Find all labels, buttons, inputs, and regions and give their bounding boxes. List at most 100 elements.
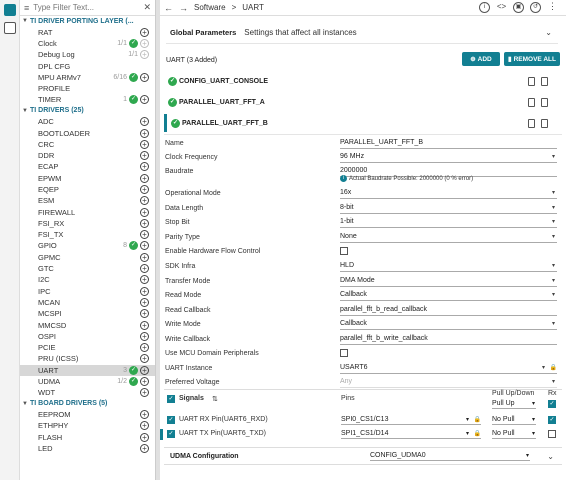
more-icon[interactable]: ⋮ — [547, 2, 558, 13]
tree-item-esm[interactable]: ESM + — [20, 195, 155, 206]
tree-item-bootloader[interactable]: BOOTLOADER + — [20, 127, 155, 138]
global-parameters-section[interactable]: Global Parameters Settings that affect a… — [166, 22, 558, 44]
add-circle-icon[interactable]: + — [140, 297, 149, 307]
tree-item-fsi-tx[interactable]: FSI_TX + — [20, 229, 155, 240]
pull-select[interactable]: No Pull ▾ — [492, 429, 536, 439]
add-circle-icon[interactable]: + — [140, 185, 149, 194]
pin-select[interactable]: SPI1_CS1/D14 🔒 ▾ — [341, 429, 481, 439]
tree-item-gpmc[interactable]: GPMC + — [20, 252, 155, 263]
tree-item-wdt[interactable]: WDT + — [20, 387, 155, 398]
delete-icon[interactable] — [541, 118, 548, 128]
caret-down-icon[interactable]: ▼ — [22, 18, 30, 24]
add-circle-icon[interactable]: + — [140, 432, 149, 442]
tree-item-mcspi[interactable]: MCSPI + — [20, 308, 155, 319]
tree-group-porting[interactable]: ▼ TI DRIVER PORTING LAYER (... — [20, 16, 155, 27]
instance-item[interactable]: ✓ CONFIG_UART_CONSOLE — [164, 72, 562, 90]
rx-checkbox[interactable]: ✓ — [548, 416, 556, 424]
caret-down-icon[interactable]: ▼ — [22, 108, 30, 114]
tree-item-ospi[interactable]: OSPI + — [20, 331, 155, 342]
property-select[interactable]: 96 MHz ▾ — [340, 152, 557, 163]
add-circle-icon[interactable]: + — [140, 27, 149, 37]
property-input[interactable]: parallel_fft_b_read_callback — [340, 305, 557, 316]
pull-all-select[interactable]: Pull Up ▾ — [492, 399, 536, 409]
tree-item-eeprom[interactable]: EEPROM + — [20, 409, 155, 420]
tree-item-i2c[interactable]: I2C + — [20, 274, 155, 285]
signals-all-checkbox[interactable]: ✓ — [167, 395, 175, 403]
add-circle-icon[interactable]: + — [140, 286, 149, 296]
tree-item-epwm[interactable]: EPWM + — [20, 173, 155, 184]
udma-select[interactable]: CONFIG_UDMA0 ▾ — [370, 451, 530, 461]
add-circle-icon[interactable]: + — [140, 95, 149, 105]
tree-item-crc[interactable]: CRC + — [20, 139, 155, 150]
pull-select[interactable]: No Pull ▾ — [492, 415, 536, 425]
add-circle-icon[interactable]: + — [140, 320, 149, 330]
property-checkbox[interactable] — [340, 349, 348, 358]
sort-icon[interactable]: ⇅ — [212, 395, 218, 403]
tree-item-mcan[interactable]: MCAN + — [20, 297, 155, 308]
tree-item-flash[interactable]: FLASH + — [20, 432, 155, 443]
add-circle-icon[interactable]: + — [140, 151, 149, 161]
add-circle-icon[interactable]: + — [140, 252, 149, 262]
tree-item-gtc[interactable]: GTC + — [20, 263, 155, 274]
property-select[interactable]: Callback ▾ — [340, 290, 557, 301]
tree-item-ecap[interactable]: ECAP + — [20, 161, 155, 172]
add-circle-icon[interactable]: + — [140, 117, 149, 127]
add-circle-icon[interactable]: + — [140, 162, 149, 172]
tree-item-ipc[interactable]: IPC + — [20, 286, 155, 297]
tree-item-timer[interactable]: TIMER 1 ✓ + — [20, 94, 155, 105]
filter-input[interactable] — [33, 3, 130, 12]
copy-icon[interactable] — [528, 97, 535, 107]
remove-all-button[interactable]: ▮ REMOVE ALL — [504, 52, 560, 66]
copy-icon[interactable] — [528, 76, 535, 86]
chevron-down-icon[interactable]: ⌄ — [547, 452, 554, 461]
add-circle-icon[interactable]: + — [140, 331, 149, 341]
tree-item-uart[interactable]: UART 3 ✓ + — [20, 364, 155, 376]
signal-checkbox[interactable]: ✓ — [167, 416, 175, 424]
chevron-down-icon[interactable]: ⌄ — [545, 28, 552, 37]
tree-group-board[interactable]: ▼ TI BOARD DRIVERS (5) — [20, 399, 155, 410]
add-circle-icon[interactable]: + — [140, 50, 149, 60]
add-circle-icon[interactable]: + — [140, 377, 149, 387]
delete-icon[interactable] — [541, 76, 548, 86]
breadcrumb-software[interactable]: Software — [194, 3, 226, 12]
tree-group-drivers[interactable]: ▼ TI DRIVERS (25) — [20, 106, 155, 117]
add-circle-icon[interactable]: + — [140, 410, 149, 420]
tree-item-debug-log[interactable]: Debug Log 1/1 + — [20, 49, 155, 60]
tree-item-led[interactable]: LED + — [20, 443, 155, 454]
add-circle-icon[interactable]: + — [140, 72, 149, 82]
property-select[interactable]: 8-bit ▾ — [340, 203, 557, 214]
tree-item-mpu-armv7[interactable]: MPU ARMv7 6/16 ✓ + — [20, 72, 155, 83]
tree-item-fsi-rx[interactable]: FSI_RX + — [20, 218, 155, 229]
add-circle-icon[interactable]: + — [140, 230, 149, 240]
history-icon[interactable]: ↺ — [530, 2, 541, 13]
forward-icon[interactable]: → — [179, 3, 188, 13]
rx-all-checkbox[interactable]: ✓ — [548, 400, 556, 408]
property-select[interactable]: HLD ▾ — [340, 261, 557, 272]
tree-item-gpio[interactable]: GPIO 8 ✓ + — [20, 240, 155, 251]
tree-item-profile[interactable]: PROFILE — [20, 83, 155, 94]
add-circle-icon[interactable]: + — [140, 139, 149, 149]
tree-item-udma[interactable]: UDMA 1/2 ✓ + — [20, 376, 155, 387]
signal-checkbox[interactable]: ✓ — [167, 430, 175, 438]
add-circle-icon[interactable]: + — [140, 421, 149, 431]
copy-icon[interactable] — [528, 118, 535, 128]
rx-checkbox[interactable] — [548, 430, 556, 438]
tree-item-pru-icss-[interactable]: PRU (ICSS) + — [20, 353, 155, 364]
property-select[interactable]: USART6 ▾ 🔒 — [340, 363, 557, 374]
property-select[interactable]: Callback ▾ — [340, 319, 557, 330]
add-circle-icon[interactable]: + — [140, 388, 149, 398]
add-circle-icon[interactable]: + — [140, 207, 149, 217]
board-view-icon[interactable] — [4, 22, 16, 34]
property-select[interactable]: DMA Mode ▾ — [340, 276, 557, 287]
add-circle-icon[interactable]: + — [140, 444, 149, 454]
delete-icon[interactable] — [541, 97, 548, 107]
chip-icon[interactable]: ▣ — [513, 2, 524, 13]
code-icon[interactable]: <> — [496, 2, 507, 13]
tree-item-ethphy[interactable]: ETHPHY + — [20, 420, 155, 431]
tree-item-ddr[interactable]: DDR + — [20, 150, 155, 161]
add-circle-icon[interactable]: + — [140, 128, 149, 138]
tree-item-dpl-cfg[interactable]: DPL CFG — [20, 60, 155, 71]
add-circle-icon[interactable]: + — [140, 365, 149, 375]
add-circle-icon[interactable]: + — [140, 173, 149, 183]
tree-item-adc[interactable]: ADC + — [20, 116, 155, 127]
